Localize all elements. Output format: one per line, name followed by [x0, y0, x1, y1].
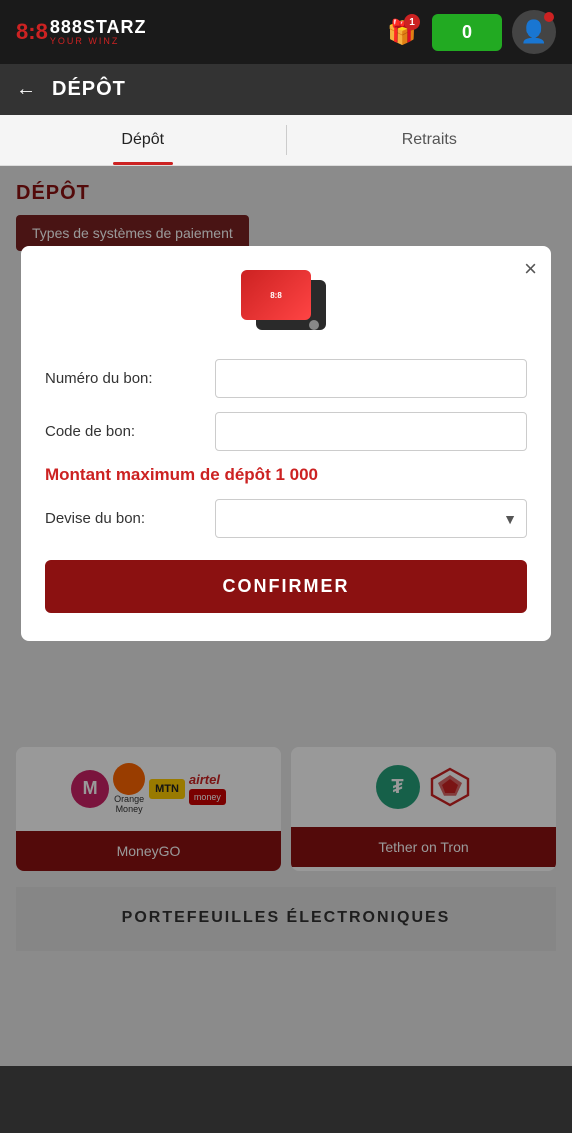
balance-button[interactable]: 0 [432, 14, 502, 51]
tabs-container: Dépôt Retraits [0, 115, 572, 166]
main-content: DÉPÔT Types de systèmes de paiement × 8:… [0, 166, 572, 1066]
modal-dialog: × 8:8 Numéro du bon: Code de bon: [21, 246, 551, 641]
modal-overlay: × 8:8 Numéro du bon: Code de bon: [0, 166, 572, 1066]
numero-label: Numéro du bon: [45, 370, 205, 387]
nav-right: 🎁 1 0 👤 [382, 10, 556, 54]
code-input[interactable] [215, 412, 527, 451]
tab-withdraw[interactable]: Retraits [287, 115, 572, 165]
max-amount-text: Montant maximum de dépôt 1 000 [45, 465, 527, 485]
devise-select[interactable] [215, 499, 527, 538]
devise-label: Devise du bon: [45, 510, 205, 527]
page-header: ← DÉPÔT [0, 64, 572, 115]
code-row: Code de bon: [45, 412, 527, 451]
card-dot [309, 320, 319, 330]
logo-88starz: 8 : 8 888STARZ YOUR WINZ [16, 18, 147, 46]
user-button[interactable]: 👤 [512, 10, 556, 54]
voucher-card-image: 8:8 [241, 270, 331, 335]
code-label: Code de bon: [45, 423, 205, 440]
numero-row: Numéro du bon: [45, 359, 527, 398]
card-front: 8:8 [241, 270, 311, 320]
back-button[interactable]: ← [16, 78, 36, 101]
user-badge [544, 12, 554, 22]
page-title: DÉPÔT [52, 78, 126, 101]
modal-close-button[interactable]: × [524, 258, 537, 280]
user-icon: 👤 [520, 19, 547, 45]
gift-badge: 1 [404, 14, 420, 30]
logo: 8 : 8 888STARZ YOUR WINZ [16, 18, 147, 46]
devise-select-wrapper: ▼ [215, 499, 527, 538]
devise-row: Devise du bon: ▼ [45, 499, 527, 538]
numero-input[interactable] [215, 359, 527, 398]
tab-deposit[interactable]: Dépôt [0, 115, 286, 165]
top-nav: 8 : 8 888STARZ YOUR WINZ 🎁 1 0 👤 [0, 0, 572, 64]
gift-button[interactable]: 🎁 1 [382, 12, 422, 52]
confirm-button[interactable]: CONFIRMER [45, 560, 527, 613]
modal-image: 8:8 [45, 270, 527, 335]
